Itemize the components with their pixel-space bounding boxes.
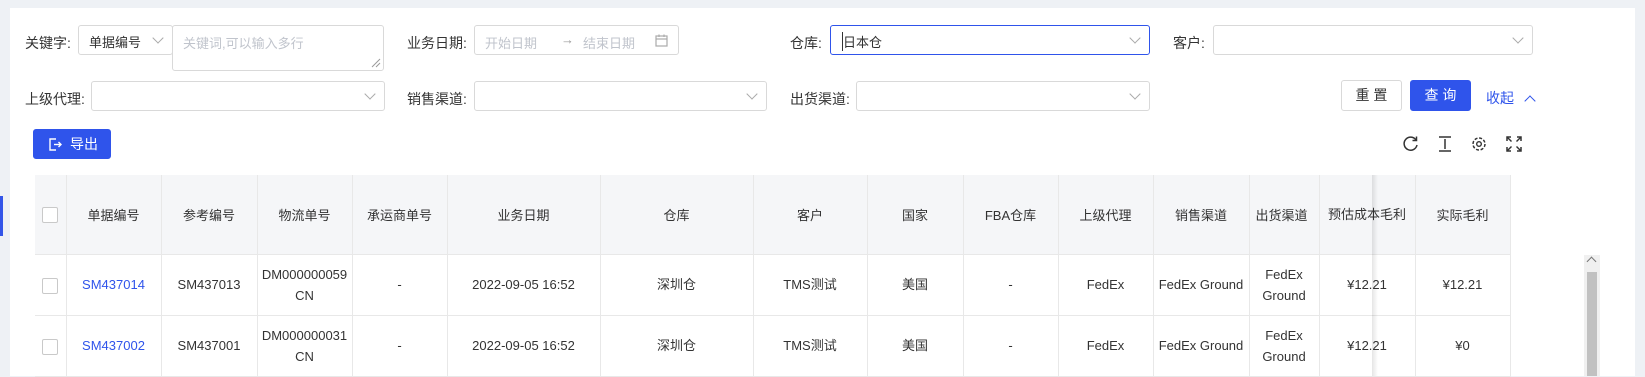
column-header[interactable]: 客户 <box>753 175 868 255</box>
ref-no-cell: SM437013 <box>161 254 258 316</box>
export-icon <box>49 138 62 151</box>
logistics-no-cell: DM000000031CN <box>257 315 353 377</box>
chevron-down-icon <box>1129 32 1141 44</box>
ship-channel-label: 出货渠道: <box>790 91 850 107</box>
sales-channel-label: 销售渠道: <box>407 91 467 107</box>
warehouse-value: 日本仓 <box>842 32 882 51</box>
chevron-down-icon <box>746 88 758 100</box>
column-header[interactable]: 国家 <box>867 175 964 255</box>
warehouse-select[interactable]: 日本仓 <box>830 25 1150 55</box>
doc-no-link[interactable]: SM437014 <box>66 254 162 316</box>
collapse-toggle[interactable]: 收起 <box>1486 88 1536 108</box>
date-cell: 2022-09-05 16:52 <box>447 254 601 316</box>
export-label: 导出 <box>70 136 98 152</box>
row-select-cell[interactable] <box>35 315 67 377</box>
agent-label: 上级代理: <box>25 91 85 107</box>
column-header[interactable]: 上级代理 <box>1058 175 1154 255</box>
fixed-column-shadow <box>1372 175 1378 376</box>
carrier-no-cell: - <box>352 315 448 377</box>
keyword-label: 关键字: <box>25 35 71 51</box>
ship-channel-cell: FedEx Ground <box>1249 315 1320 377</box>
chevron-up-icon <box>1524 95 1536 107</box>
column-height-icon[interactable] <box>1435 134 1455 154</box>
customer-label: 客户: <box>1173 35 1205 51</box>
ship-channel-cell: FedEx Ground <box>1249 254 1320 316</box>
orders-table: 单据编号 参考编号 物流单号 承运商单号 业务日期 仓库 客户 国家 FBA仓库… <box>35 175 1511 377</box>
column-header[interactable]: 单据编号 <box>66 175 162 255</box>
date-range-picker[interactable]: 开始日期 → 结束日期 <box>474 25 679 55</box>
customer-cell: TMS测试 <box>753 315 868 377</box>
customer-cell: TMS测试 <box>753 254 868 316</box>
column-header[interactable]: 物流单号 <box>257 175 353 255</box>
table-row[interactable]: SM437014 SM437013 DM000000059CN - 2022-0… <box>35 254 1511 316</box>
column-header[interactable]: FBA仓库 <box>963 175 1059 255</box>
carrier-no-cell: - <box>352 254 448 316</box>
agent-select[interactable] <box>91 81 385 111</box>
keyword-type-select[interactable]: 单据编号 <box>78 25 173 55</box>
chevron-down-icon <box>364 88 376 100</box>
column-header[interactable]: 出货渠道 <box>1249 175 1320 255</box>
date-end-input[interactable]: 结束日期 <box>583 33 635 52</box>
keyword-placeholder: 关键词,可以输入多行 <box>183 36 304 51</box>
sidebar-active-indicator <box>0 196 3 236</box>
table-header-row: 单据编号 参考编号 物流单号 承运商单号 业务日期 仓库 客户 国家 FBA仓库… <box>35 175 1511 255</box>
row-checkbox[interactable] <box>42 277 59 294</box>
column-header[interactable]: 业务日期 <box>447 175 601 255</box>
date-start-input[interactable]: 开始日期 <box>485 33 537 52</box>
est-profit-cell: ¥12.21 <box>1319 254 1416 316</box>
column-header[interactable]: 销售渠道 <box>1153 175 1250 255</box>
row-checkbox[interactable] <box>42 338 59 355</box>
column-header[interactable]: 预估成本毛利 <box>1319 175 1416 255</box>
scroll-up-arrow-icon[interactable] <box>1586 256 1597 267</box>
select-all-checkbox[interactable] <box>42 206 59 223</box>
warehouse-label: 仓库: <box>790 35 822 51</box>
select-all-cell[interactable] <box>35 175 67 255</box>
date-cell: 2022-09-05 16:52 <box>447 315 601 377</box>
agent-cell: FedEx <box>1058 254 1154 316</box>
sales-channel-cell: FedEx Ground <box>1153 315 1250 377</box>
settings-gear-icon[interactable] <box>1469 134 1489 154</box>
reset-button[interactable]: 重 置 <box>1341 80 1402 111</box>
sales-channel-cell: FedEx Ground <box>1153 254 1250 316</box>
table-row[interactable]: SM437002 SM437001 DM000000031CN - 2022-0… <box>35 315 1511 377</box>
scrollbar-thumb[interactable] <box>1587 272 1597 376</box>
fba-cell: - <box>963 315 1059 377</box>
column-header[interactable]: 仓库 <box>600 175 754 255</box>
keyword-type-value: 单据编号 <box>89 35 142 50</box>
query-button[interactable]: 查 询 <box>1410 80 1471 111</box>
est-profit-cell: ¥12.21 <box>1319 315 1416 377</box>
resize-handle-icon[interactable] <box>371 58 381 68</box>
actual-profit-cell: ¥0 <box>1415 315 1511 377</box>
keyword-textarea[interactable]: 关键词,可以输入多行 <box>172 25 384 71</box>
vertical-scrollbar[interactable] <box>1584 255 1600 376</box>
ref-no-cell: SM437001 <box>161 315 258 377</box>
chevron-down-icon <box>1129 88 1141 100</box>
date-range-arrow: → <box>561 32 574 47</box>
column-header[interactable]: 参考编号 <box>161 175 258 255</box>
country-cell: 美国 <box>867 315 964 377</box>
customer-select[interactable] <box>1213 25 1533 55</box>
doc-no-link[interactable]: SM437002 <box>66 315 162 377</box>
collapse-label: 收起 <box>1486 90 1514 106</box>
chevron-down-icon <box>1512 32 1524 44</box>
country-cell: 美国 <box>867 254 964 316</box>
logistics-no-cell: DM000000059CN <box>257 254 353 316</box>
fullscreen-icon[interactable] <box>1504 134 1524 154</box>
agent-cell: FedEx <box>1058 315 1154 377</box>
calendar-icon <box>655 34 668 47</box>
export-button[interactable]: 导出 <box>33 129 111 159</box>
warehouse-cell: 深圳仓 <box>600 254 754 316</box>
sales-channel-select[interactable] <box>474 81 767 111</box>
actual-profit-cell: ¥12.21 <box>1415 254 1511 316</box>
refresh-icon[interactable] <box>1401 134 1421 154</box>
column-header[interactable]: 实际毛利 <box>1415 175 1511 255</box>
warehouse-cell: 深圳仓 <box>600 315 754 377</box>
chevron-down-icon <box>152 32 164 44</box>
fba-cell: - <box>963 254 1059 316</box>
column-header[interactable]: 承运商单号 <box>352 175 448 255</box>
row-select-cell[interactable] <box>35 254 67 316</box>
date-label: 业务日期: <box>407 35 467 51</box>
ship-channel-select[interactable] <box>856 81 1150 111</box>
